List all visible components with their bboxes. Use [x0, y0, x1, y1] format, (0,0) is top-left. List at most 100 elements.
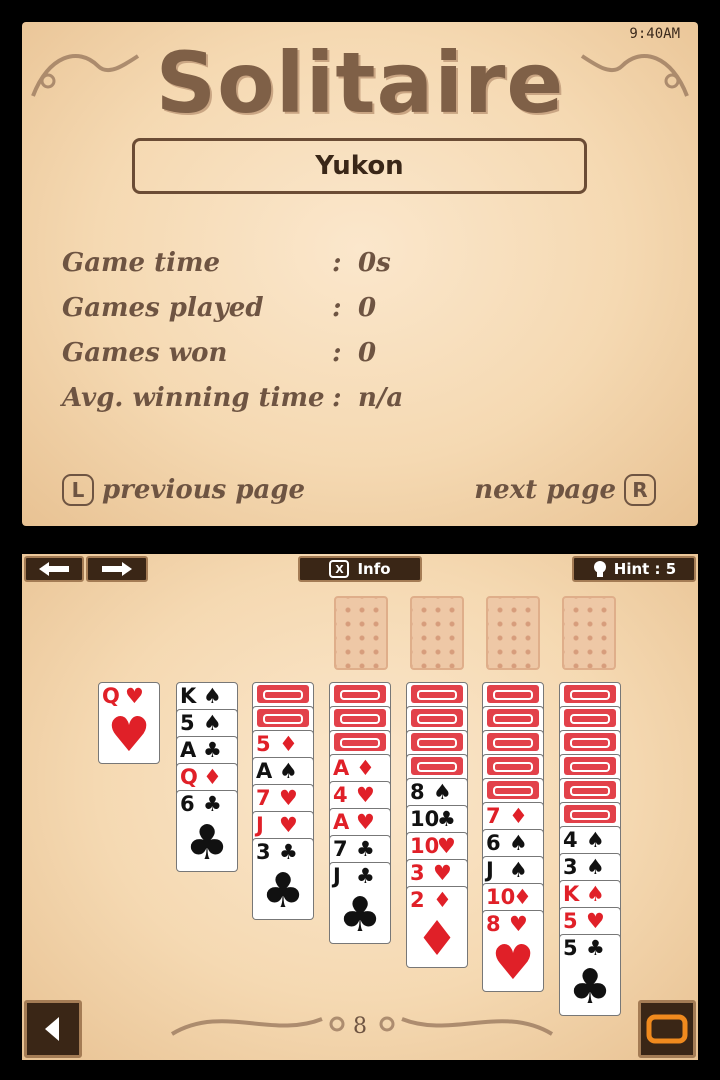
- card-rank: 5: [180, 711, 195, 735]
- card-rank: 3: [256, 840, 271, 864]
- info-button[interactable]: X Info: [298, 556, 422, 582]
- redo-arrow-icon: [102, 562, 132, 576]
- card-rank: 3: [410, 861, 425, 885]
- l-button-icon: L: [62, 474, 94, 506]
- stat-value: 0: [358, 292, 377, 323]
- card-suit: ♣: [356, 864, 375, 888]
- card-suit: ♠: [586, 882, 605, 906]
- stat-row: Avg. winning time : n/a: [62, 375, 478, 420]
- card-rank: 10: [410, 807, 440, 831]
- card-big-suit: ♦: [415, 911, 459, 967]
- card-suit: ♠: [509, 858, 528, 882]
- card-suit: ♦: [509, 804, 528, 828]
- card-rank: 5: [563, 936, 578, 960]
- card-rank: Q: [180, 765, 198, 789]
- card-rank: 7: [486, 804, 501, 828]
- tableau-card[interactable]: 5 ♣ ♣: [559, 934, 621, 1016]
- waste-card[interactable]: Q ♥ ♥: [98, 682, 160, 764]
- card-rank: J: [486, 858, 494, 882]
- menu-button[interactable]: [638, 1000, 696, 1058]
- foundation-slot[interactable]: [486, 596, 540, 670]
- card-suit: ♠: [433, 780, 452, 804]
- card-rank: 10: [486, 885, 516, 909]
- foundation-slot[interactable]: [562, 596, 616, 670]
- card-rank: A: [333, 756, 350, 780]
- x-key-icon: X: [329, 560, 350, 578]
- stat-value: 0s: [358, 247, 391, 278]
- hint-label: Hint : 5: [613, 560, 677, 578]
- card-suit: ♥: [356, 810, 375, 834]
- card-rank: A: [333, 810, 350, 834]
- tableau-card[interactable]: 3 ♣ ♣: [252, 838, 314, 920]
- card-rank: Q: [102, 684, 120, 708]
- card-suit: ♥: [433, 861, 452, 885]
- card-suit: ♥: [279, 786, 298, 810]
- next-page-label: next page: [474, 475, 616, 505]
- card-rank: 3: [563, 855, 578, 879]
- foundation-slot[interactable]: [334, 596, 388, 670]
- foundation-slot[interactable]: [410, 596, 464, 670]
- game-mode-label: Yukon: [132, 138, 587, 194]
- card-suit: ♥: [509, 912, 528, 936]
- tableau-card[interactable]: 6 ♣ ♣: [176, 790, 238, 872]
- card-big-suit: ♣: [568, 959, 612, 1015]
- card-suit: ♠: [203, 711, 222, 735]
- card-big-suit: ♥: [107, 707, 151, 763]
- card-rank: 5: [563, 909, 578, 933]
- redo-button[interactable]: [86, 556, 148, 582]
- card-rank: 5: [256, 732, 271, 756]
- undo-button[interactable]: [24, 556, 84, 582]
- card-suit: ♣: [437, 807, 456, 831]
- card-suit: ♦: [433, 888, 452, 912]
- tableau-card[interactable]: J ♣ ♣: [329, 862, 391, 944]
- card-rank: 6: [180, 792, 195, 816]
- top-screen: 9:40AM Solitaire Yukon Game time : 0s Ga…: [22, 22, 698, 526]
- card-rank: 8: [486, 912, 501, 936]
- card-suit: ♣: [203, 792, 222, 816]
- card-big-suit: ♣: [185, 815, 229, 871]
- card-rank: 2: [410, 888, 425, 912]
- menu-frame-icon: [646, 1014, 688, 1044]
- stat-label: Games won: [62, 337, 228, 368]
- stats-list: Game time : 0s Games played : 0 Games wo…: [62, 240, 478, 420]
- card-rank: K: [180, 684, 197, 708]
- card-suit: ♠: [586, 828, 605, 852]
- previous-page-button[interactable]: L previous page: [62, 474, 305, 506]
- card-suit: ♣: [203, 738, 222, 762]
- back-button[interactable]: [24, 1000, 82, 1058]
- card-suit: ♥: [437, 834, 456, 858]
- card-big-suit: ♥: [491, 935, 535, 991]
- card-suit: ♦: [513, 885, 532, 909]
- card-rank: A: [180, 738, 197, 762]
- card-rank: 7: [256, 786, 271, 810]
- tableau-card[interactable]: 8 ♥ ♥: [482, 910, 544, 992]
- lightbulb-icon: [593, 561, 606, 577]
- hint-button[interactable]: Hint : 5: [572, 556, 696, 582]
- card-suit: ♣: [356, 837, 375, 861]
- tableau-card[interactable]: 2 ♦ ♦: [406, 886, 468, 968]
- stat-value: 0: [358, 337, 377, 368]
- stat-label: Games played: [62, 292, 264, 323]
- card-suit: ♥: [586, 909, 605, 933]
- card-rank: 7: [333, 837, 348, 861]
- card-suit: ♠: [203, 684, 222, 708]
- card-big-suit: ♣: [261, 863, 305, 919]
- card-suit: ♠: [509, 831, 528, 855]
- card-suit: ♦: [203, 765, 222, 789]
- card-suit: ♣: [586, 936, 605, 960]
- card-suit: ♠: [279, 759, 298, 783]
- card-suit: ♥: [356, 783, 375, 807]
- card-suit: ♦: [279, 732, 298, 756]
- card-rank: 4: [333, 783, 348, 807]
- card-suit: ♥: [279, 813, 298, 837]
- stat-row: Games played : 0: [62, 285, 478, 330]
- next-page-button[interactable]: next page R: [474, 474, 656, 506]
- previous-page-label: previous page: [102, 475, 306, 505]
- card-suit: ♥: [125, 684, 144, 708]
- card-rank: J: [333, 864, 341, 888]
- card-suit: ♦: [356, 756, 375, 780]
- stat-value: n/a: [358, 382, 404, 413]
- card-rank: A: [256, 759, 273, 783]
- card-suit: ♠: [586, 855, 605, 879]
- card-big-suit: ♣: [338, 887, 382, 943]
